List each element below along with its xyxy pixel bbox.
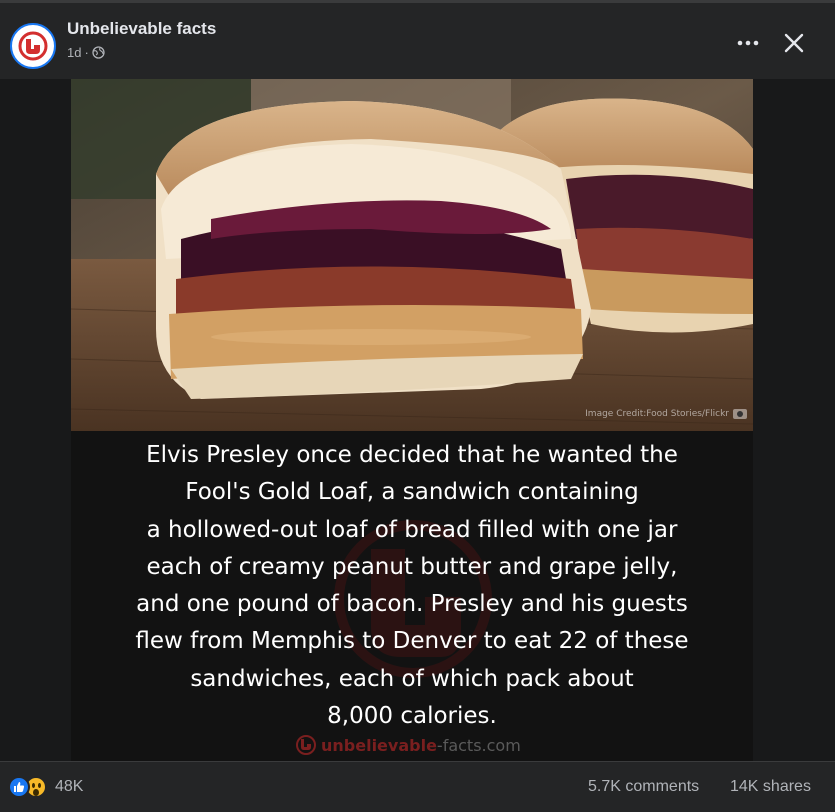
page-name-link[interactable]: Unbelievable facts [67, 19, 216, 39]
media-area: Image Credit:Food Stories/Flickr Elvis P… [0, 79, 835, 761]
meta-separator: · [84, 45, 89, 60]
reaction-count[interactable]: 48K [55, 778, 83, 796]
brand-url: unbelievable-facts.com [321, 735, 521, 755]
caption-line: a hollowed-out loaf of bread filled with… [146, 516, 678, 543]
shares-count-link[interactable]: 14K shares [730, 778, 811, 796]
close-button[interactable] [776, 25, 812, 61]
post-meta: 1d · [67, 45, 105, 60]
caption-line: sandwiches, each of which pack about [190, 665, 634, 692]
post-image[interactable]: Image Credit:Food Stories/Flickr Elvis P… [71, 79, 753, 761]
caption-line: and one pound of bacon. Presley and his … [136, 591, 688, 618]
reactions-summary[interactable]: 48K [8, 776, 83, 798]
comments-count-link[interactable]: 5.7K comments [588, 778, 699, 796]
globe-icon [92, 46, 105, 59]
caption-line: Fool's Gold Loaf, a sandwich containing [185, 479, 639, 506]
unbelievable-facts-logo-icon [14, 27, 52, 65]
sandwich-photo [71, 79, 753, 431]
image-caption: Elvis Presley once decided that he wante… [91, 437, 733, 735]
post-header: Unbelievable facts 1d · [0, 3, 835, 79]
brand-logo-icon [296, 735, 316, 755]
avatar[interactable] [10, 23, 56, 69]
caption-line: Elvis Presley once decided that he wante… [146, 442, 678, 468]
image-credit: Image Credit:Food Stories/Flickr [585, 409, 747, 419]
engagement-bar: 48K 5.7K comments 14K shares [0, 761, 835, 812]
image-credit-text: Image Credit:Food Stories/Flickr [585, 409, 729, 419]
like-icon [8, 776, 30, 798]
caption-line: flew from Memphis to Denver to eat 22 of… [135, 628, 689, 655]
post-time[interactable]: 1d [67, 45, 81, 60]
more-options-icon [737, 40, 759, 46]
camera-icon [733, 409, 747, 419]
close-icon [784, 33, 804, 53]
caption-line: each of creamy peanut butter and grape j… [146, 553, 678, 580]
more-options-button[interactable] [730, 31, 766, 55]
brand-watermark: unbelievable-facts.com [295, 733, 521, 757]
caption-line: 8,000 calories. [327, 703, 497, 730]
